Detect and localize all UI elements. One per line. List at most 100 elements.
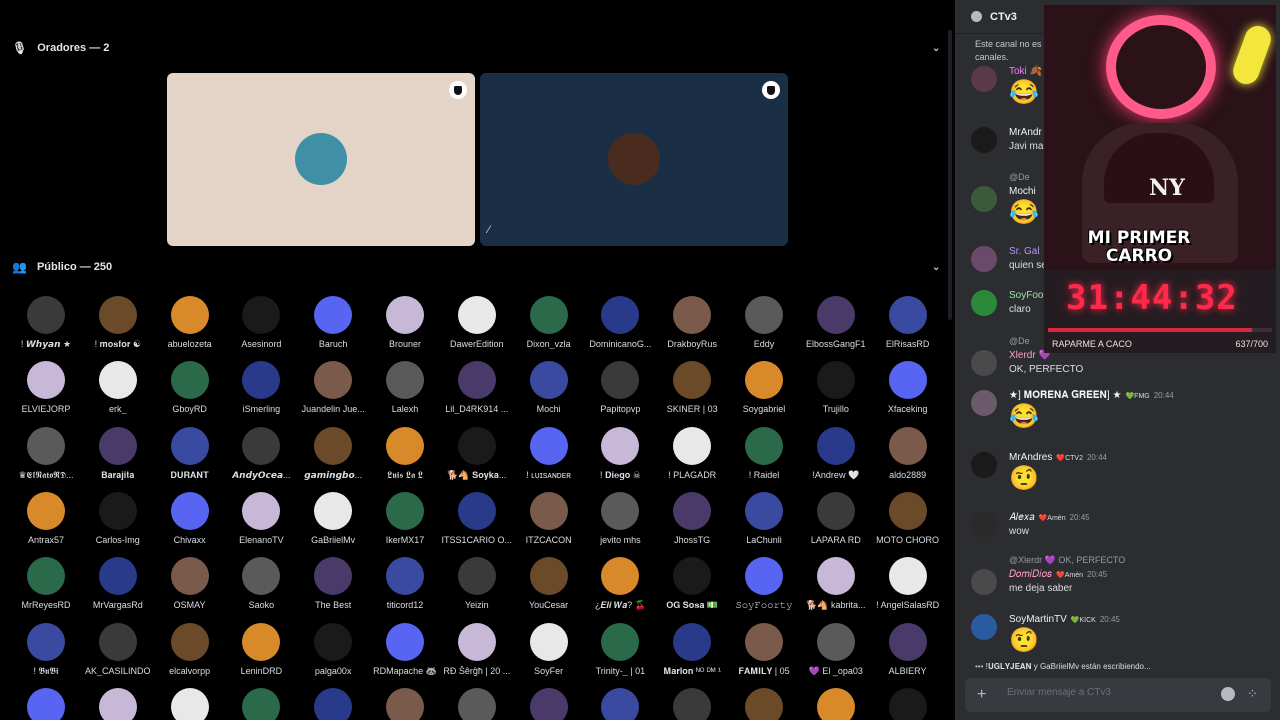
audience-member[interactable]: 💜 El _opa03 — [800, 622, 872, 685]
audience-member[interactable]: Brouner — [369, 296, 441, 358]
audience-member[interactable]: JhossTG — [656, 491, 728, 554]
audience-member[interactable]: DrakboyRus — [656, 296, 728, 358]
audience-member[interactable]: iSmerling — [225, 361, 297, 423]
audience-member[interactable] — [82, 687, 154, 720]
audience-member[interactable]: DawerEdition — [441, 296, 513, 358]
audience-member[interactable]: ALBIERY — [872, 622, 944, 685]
speaker-tile[interactable] — [167, 73, 475, 246]
emoji-icon[interactable] — [1221, 687, 1235, 701]
audience-member[interactable]: ! 𝕭𝖚𝕭𝖎 — [10, 622, 82, 685]
apps-icon[interactable]: ⁘ — [1247, 686, 1258, 702]
audience-member[interactable] — [872, 687, 944, 720]
audience-member[interactable]: abuelozeta — [154, 296, 226, 358]
audience-member[interactable]: GboyRD — [154, 361, 226, 423]
audience-member[interactable]: 🐕🐴 𝐒𝐨𝐲𝐤𝐚... — [441, 426, 513, 489]
audience-member[interactable]: ! ʟᴜɪsᴀɴᴅᴇʀ — [513, 426, 585, 489]
audience-member[interactable]: ITZCACON — [513, 491, 585, 554]
audience-member[interactable]: RĐ Šêrĝħ | 20 ... — [441, 622, 513, 685]
reply-preview[interactable]: @De — [1009, 172, 1030, 182]
audience-member[interactable]: Trinity-_ | 01 — [584, 622, 656, 685]
username[interactable]: MrAndres — [1009, 452, 1052, 463]
speaker-tile[interactable]: ⁄ — [480, 73, 788, 246]
audience-member[interactable] — [656, 687, 728, 720]
avatar[interactable] — [971, 290, 997, 316]
username[interactable]: SoyMartinTV — [1009, 614, 1067, 625]
audience-member[interactable] — [369, 687, 441, 720]
audience-member[interactable]: IkerMX17 — [369, 491, 441, 554]
audience-member[interactable]: !Andrew 🤍 — [800, 426, 872, 489]
username[interactable]: SoyFoo — [1009, 290, 1043, 301]
audience-member[interactable]: Papitopvp — [584, 361, 656, 423]
audience-member[interactable] — [297, 687, 369, 720]
username[interactable]: Sr. Gal — [1009, 246, 1040, 257]
avatar[interactable] — [971, 350, 997, 376]
avatar[interactable] — [971, 127, 997, 153]
audience-member[interactable]: 𝐌𝐚𝐫𝐥𝐨𝐧 ᴺᴼ ᴰᴹ ¹ — [656, 622, 728, 685]
audience-member[interactable]: ! Raidel — [728, 426, 800, 489]
reply-preview[interactable]: @De — [1009, 336, 1030, 346]
audience-member[interactable]: 𝐎𝐆 𝐒𝐨𝐬𝐚 💵 — [656, 557, 728, 619]
audience-member[interactable]: ! PLAGADR — [656, 426, 728, 489]
audience-member[interactable]: RDMapache 🦝 — [369, 622, 441, 685]
audience-member[interactable]: 𝘼𝙣𝙙𝙮𝙊𝙘𝙚𝙖... — [225, 426, 297, 489]
audience-member[interactable]: Xfaceking — [872, 361, 944, 423]
avatar[interactable] — [971, 246, 997, 272]
audience-member[interactable]: ♛𝕰𝖑𝕹𝖆𝖙𝖔𝕽𝕯... — [10, 426, 82, 489]
audience-member[interactable]: MrReyesRD — [10, 557, 82, 619]
audience-member[interactable]: erk_ — [82, 361, 154, 423]
audience-member[interactable]: ! 𝐦𝐨𝐬𝐟𝐨𝐫 ☯ — [82, 296, 154, 358]
avatar[interactable] — [971, 512, 997, 538]
audience-member[interactable]: ElenanoTV — [225, 491, 297, 554]
audience-member[interactable]: Carlos-Img — [82, 491, 154, 554]
chevron-down-icon[interactable]: ⌄ — [932, 43, 940, 54]
reply-preview[interactable]: @Xlerdr 💜 OK, PERFECTO — [1009, 555, 1125, 566]
audience-member[interactable]: ElRisasRD — [872, 296, 944, 358]
audience-header[interactable]: 👥 Público — 250 ⌄ — [12, 257, 940, 277]
avatar[interactable] — [971, 569, 997, 595]
audience-member[interactable]: ITSS1CARIO O... — [441, 491, 513, 554]
audience-member[interactable]: Juandelin Jue... — [297, 361, 369, 423]
audience-member[interactable]: Chivaxx — [154, 491, 226, 554]
audience-member[interactable] — [225, 687, 297, 720]
audience-member[interactable]: YouCesar — [513, 557, 585, 619]
audience-member[interactable]: Baruch — [297, 296, 369, 358]
audience-member[interactable] — [728, 687, 800, 720]
audience-member[interactable]: Eddy — [728, 296, 800, 358]
chevron-down-icon[interactable]: ⌄ — [932, 262, 940, 273]
username[interactable]: MrAndr — [1009, 127, 1042, 138]
audience-member[interactable]: Asesinord — [225, 296, 297, 358]
audience-member[interactable] — [800, 687, 872, 720]
audience-member[interactable]: SoyFer — [513, 622, 585, 685]
audience-member[interactable]: SKINER | 03 — [656, 361, 728, 423]
audience-member[interactable]: LeninDRD — [225, 622, 297, 685]
audience-member[interactable]: ELVIEJORP — [10, 361, 82, 423]
audience-member[interactable]: ! 𝙒𝙝𝙮𝙖𝙣 ★ — [10, 296, 82, 358]
audience-member[interactable]: 𝙜𝙖𝙢𝙞𝙣𝙜𝙗𝙤... — [297, 426, 369, 489]
audience-member[interactable]: 𝐁𝐚𝐫𝐚𝐣𝐢𝐭𝐚 — [82, 426, 154, 489]
audience-member[interactable] — [513, 687, 585, 720]
audience-member[interactable]: The Best — [297, 557, 369, 619]
audience-member[interactable]: MrVargasRd — [82, 557, 154, 619]
audience-member[interactable]: Dixon_vzla — [513, 296, 585, 358]
audience-member[interactable]: elcalvorpp — [154, 622, 226, 685]
audience-member[interactable]: ! 𝐃𝐢𝐞𝐠𝐨 ☠ — [584, 426, 656, 489]
username[interactable]: Mochi — [1009, 186, 1036, 197]
audience-member[interactable]: AK_CASILINDO — [82, 622, 154, 685]
speakers-header[interactable]: 🎙 Oradores — 2 ⌄ — [12, 38, 940, 58]
audience-member[interactable]: 𝕷𝖚𝖎𝖘 𝕷𝖆 𝕷 — [369, 426, 441, 489]
username[interactable]: 𝐷𝑜𝑚𝑖𝐷𝑖𝑜𝑠 — [1009, 569, 1052, 580]
audience-member[interactable] — [441, 687, 513, 720]
audience-member[interactable]: 𝚂𝚘𝚢𝙵𝚘𝚘𝚛𝚝𝚢 — [728, 557, 800, 619]
audience-member[interactable]: Lil_D4RK914 ... — [441, 361, 513, 423]
audience-member[interactable]: jevito mhs — [584, 491, 656, 554]
audience-member[interactable]: 🐕🐴 kabrita... — [800, 557, 872, 619]
audience-member[interactable]: Mochi — [513, 361, 585, 423]
audience-member[interactable]: ¿𝑬𝒍𝒊 𝑾𝒂? 🍒 — [584, 557, 656, 619]
audience-member[interactable] — [154, 687, 226, 720]
avatar[interactable] — [971, 390, 997, 416]
audience-member[interactable]: Lalexh — [369, 361, 441, 423]
audience-member[interactable]: OSMAY — [154, 557, 226, 619]
audience-member[interactable]: LAPARA RD — [800, 491, 872, 554]
audience-member[interactable]: Antrax57 — [10, 491, 82, 554]
avatar[interactable] — [971, 66, 997, 92]
